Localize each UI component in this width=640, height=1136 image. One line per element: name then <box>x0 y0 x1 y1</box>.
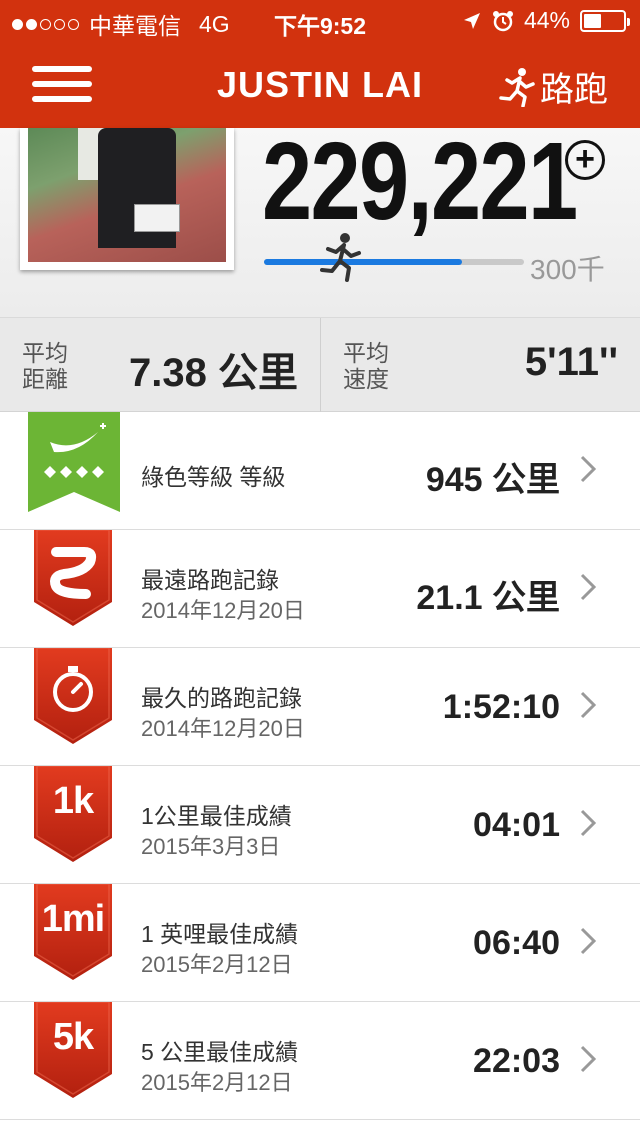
nav-bar: JUSTIN LAI 路跑 <box>0 40 640 128</box>
plus-button[interactable]: + <box>565 140 605 180</box>
record-title: 最久的路跑記錄 <box>141 685 302 711</box>
record-value: 1:52:10 <box>442 688 560 726</box>
avg-distance: 平均距離 7.38 公里 <box>0 318 320 412</box>
record-value: 22:03 <box>473 1042 560 1080</box>
distance-badge-icon: 1k <box>34 765 112 862</box>
record-title: 1公里最佳成績 <box>141 803 292 829</box>
chevron-right-icon <box>578 572 598 602</box>
top-bar: 中華電信 4G 下午9:52 44% JUSTIN LAI 路跑 <box>0 0 640 128</box>
progress-runner-icon <box>320 233 361 282</box>
record-date: 2015年2月12日 <box>141 952 293 977</box>
profile-header: 229,221 + 300千 <box>0 120 640 318</box>
chevron-right-icon <box>578 690 598 720</box>
green-level-badge-icon <box>28 412 120 512</box>
avg-pace: 平均速度 5'11'' <box>320 318 640 412</box>
record-row[interactable]: 1mi 1 英哩最佳成績 2015年2月12日 06:40 <box>0 883 640 1002</box>
badge-label: 1mi <box>41 898 105 940</box>
record-value: 945 公里 <box>425 461 560 499</box>
record-row[interactable]: 綠色等級 等級 945 公里 <box>0 412 640 530</box>
record-date: 2014年12月20日 <box>141 716 305 741</box>
avg-distance-label: 平均距離 <box>22 340 68 392</box>
records-list: 綠色等級 等級 945 公里最遠路跑記錄 2014年12月20日 21.1 公里最久的… <box>0 412 640 1120</box>
chevron-right-icon <box>578 926 598 956</box>
record-value: 04:01 <box>473 806 560 844</box>
goal-label: 300千 <box>530 254 605 285</box>
total-distance: 229,221 <box>262 120 578 243</box>
distance-badge-icon: 5k <box>34 1001 112 1098</box>
runner-icon <box>499 67 535 107</box>
avg-distance-value: 7.38 公里 <box>129 351 298 395</box>
status-bar: 中華電信 4G 下午9:52 44% <box>0 0 640 40</box>
avg-pace-label: 平均速度 <box>343 340 389 392</box>
goal-progress-bar <box>264 259 524 265</box>
profile-photo[interactable] <box>20 128 234 270</box>
record-row[interactable]: 最遠路跑記錄 2014年12月20日 21.1 公里 <box>0 529 640 648</box>
record-title: 最遠路跑記錄 <box>141 567 279 593</box>
chevron-right-icon <box>578 808 598 838</box>
stopwatch-icon <box>34 647 112 744</box>
winding-road-icon <box>34 529 112 626</box>
record-date: 2015年2月12日 <box>141 1070 293 1095</box>
chevron-right-icon <box>578 454 598 484</box>
record-title: 綠色等級 等級 <box>141 464 286 490</box>
battery-icon <box>580 9 630 32</box>
record-value: 21.1 公里 <box>416 579 560 617</box>
distance-badge-icon: 1mi <box>34 883 112 980</box>
alarm-icon <box>492 10 513 31</box>
location-icon <box>463 12 480 29</box>
badge-label: 5k <box>52 1016 94 1058</box>
averages-bar: 平均距離 7.38 公里 平均速度 5'11'' <box>0 318 640 412</box>
record-row[interactable]: 1k 1公里最佳成績 2015年3月3日 04:01 <box>0 765 640 884</box>
battery-percent: 44% <box>523 7 570 33</box>
app: 中華電信 4G 下午9:52 44% JUSTIN LAI 路跑 229,221… <box>0 0 640 1136</box>
record-title: 1 英哩最佳成績 <box>141 921 299 947</box>
run-label: 路跑 <box>540 71 608 109</box>
badge-label: 1k <box>52 780 94 822</box>
record-title: 5 公里最佳成績 <box>141 1039 299 1065</box>
chevron-right-icon <box>578 1044 598 1074</box>
record-row[interactable]: 最久的路跑記錄 2014年12月20日 1:52:10 <box>0 647 640 766</box>
record-row[interactable]: 5k 5 公里最佳成績 2015年2月12日 22:03 <box>0 1001 640 1120</box>
record-date: 2015年3月3日 <box>141 834 281 859</box>
record-date: 2014年12月20日 <box>141 598 305 623</box>
run-button[interactable]: 路跑 <box>498 62 608 111</box>
avg-pace-value: 5'11'' <box>524 340 618 384</box>
record-value: 06:40 <box>473 924 560 962</box>
